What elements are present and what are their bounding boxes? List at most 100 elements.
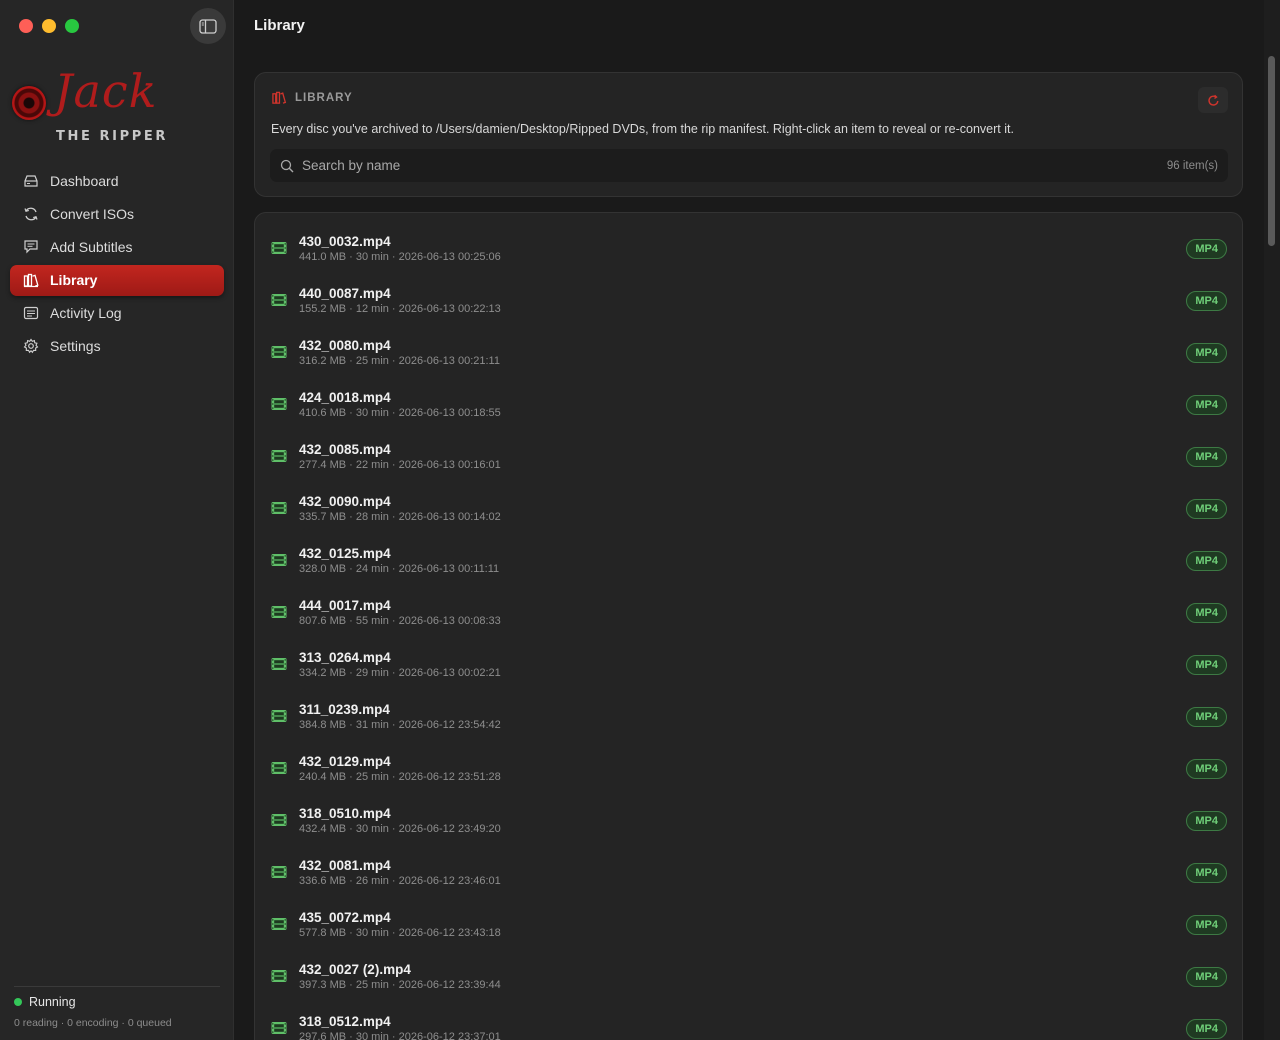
sidebar-item-activity-log[interactable]: Activity Log (10, 298, 224, 329)
list-item[interactable]: 318_0510.mp4 432.4 MB · 30 min · 2026-06-… (255, 795, 1242, 847)
video-file-icon (271, 553, 289, 569)
sidebar-item-settings[interactable]: Settings (10, 331, 224, 362)
list-item[interactable]: 313_0264.mp4 334.2 MB · 29 min · 2026-06-… (255, 639, 1242, 691)
sidebar-item-convert-isos[interactable]: Convert ISOs (10, 198, 224, 229)
sidebar-item-dashboard[interactable]: Dashboard (10, 165, 224, 196)
list-item-text: 311_0239.mp4 384.8 MB · 31 min · 2026-06-… (299, 702, 501, 732)
list-item-text: 424_0018.mp4 410.6 MB · 30 min · 2026-06-… (299, 390, 501, 420)
status-indicator (14, 998, 22, 1006)
brand-name: Jack (54, 64, 158, 118)
list-item-text: 432_0125.mp4 328.0 MB · 24 min · 2026-06-… (299, 546, 499, 576)
sidebar-item-library[interactable]: Library (10, 264, 224, 296)
list-item[interactable]: 432_0129.mp4 240.4 MB · 25 min · 2026-06-… (255, 743, 1242, 795)
list-item[interactable]: 311_0239.mp4 384.8 MB · 31 min · 2026-06-… (255, 691, 1242, 743)
list-item[interactable]: 430_0032.mp4 441.0 MB · 30 min · 2026-06-… (255, 223, 1242, 275)
gear-icon (22, 337, 40, 355)
file-meta: 297.6 MB · 30 min · 2026-06-12 23:37:01 (299, 1031, 501, 1040)
format-badge: MP4 (1186, 551, 1227, 571)
video-file-icon (271, 761, 289, 777)
file-name: 424_0018.mp4 (299, 390, 391, 405)
file-name: 432_0080.mp4 (299, 338, 391, 353)
file-meta: 335.7 MB · 28 min · 2026-06-13 00:14:02 (299, 511, 501, 523)
file-name: 432_0125.mp4 (299, 546, 391, 561)
convert-icon (22, 205, 40, 223)
list-item-text: 444_0017.mp4 807.6 MB · 55 min · 2026-06-… (299, 598, 501, 628)
tray-icon (22, 172, 40, 190)
video-file-icon (271, 397, 289, 413)
file-name: 311_0239.mp4 (299, 702, 390, 717)
file-meta: 432.4 MB · 30 min · 2026-06-12 23:49:20 (299, 823, 501, 835)
list-item[interactable]: 440_0087.mp4 155.2 MB · 12 min · 2026-06-… (255, 275, 1242, 327)
video-file-icon (271, 293, 289, 309)
format-badge: MP4 (1186, 655, 1227, 675)
window-controls (19, 19, 79, 33)
list-item-text: 432_0081.mp4 336.6 MB · 26 min · 2026-06-… (299, 858, 501, 888)
format-badge: MP4 (1186, 603, 1227, 623)
library-list-card: 430_0032.mp4 441.0 MB · 30 min · 2026-06-… (254, 212, 1243, 1040)
file-name: 313_0264.mp4 (299, 650, 391, 665)
format-badge: MP4 (1186, 395, 1227, 415)
scrollbar-thumb[interactable] (1268, 56, 1275, 246)
video-file-icon (271, 241, 289, 257)
search-bar: 96 item(s) (270, 149, 1228, 182)
format-badge: MP4 (1186, 291, 1227, 311)
brand-tagline: THE RIPPER (56, 129, 168, 144)
app-window: Jack THE RIPPER Dashboard Convert ISOs A… (0, 0, 1280, 1040)
sidebar: Jack THE RIPPER Dashboard Convert ISOs A… (0, 0, 234, 1040)
list-item[interactable]: 432_0090.mp4 335.7 MB · 28 min · 2026-06-… (255, 483, 1242, 535)
file-name: 432_0027 (2).mp4 (299, 962, 411, 977)
format-badge: MP4 (1186, 1019, 1227, 1039)
video-file-icon (271, 969, 289, 985)
sidebar-item-label: Convert ISOs (50, 205, 135, 222)
list-item-text: 435_0072.mp4 577.8 MB · 30 min · 2026-06-… (299, 910, 501, 940)
list-item[interactable]: 318_0512.mp4 297.6 MB · 30 min · 2026-06-… (255, 1003, 1242, 1040)
disc-icon (12, 86, 46, 120)
list-item-text: 318_0510.mp4 432.4 MB · 30 min · 2026-06-… (299, 806, 501, 836)
list-item[interactable]: 432_0080.mp4 316.2 MB · 25 min · 2026-06-… (255, 327, 1242, 379)
format-badge: MP4 (1186, 447, 1227, 467)
format-badge: MP4 (1186, 915, 1227, 935)
list-item[interactable]: 444_0017.mp4 807.6 MB · 55 min · 2026-06-… (255, 587, 1242, 639)
video-file-icon (271, 709, 289, 725)
refresh-button[interactable] (1198, 87, 1228, 113)
zoom-window-button[interactable] (65, 19, 79, 33)
brand-logo: Jack THE RIPPER (10, 64, 225, 148)
list-item[interactable]: 424_0018.mp4 410.6 MB · 30 min · 2026-06-… (255, 379, 1242, 431)
format-badge: MP4 (1186, 499, 1227, 519)
list-item[interactable]: 435_0072.mp4 577.8 MB · 30 min · 2026-06-… (255, 899, 1242, 951)
list-item[interactable]: 432_0081.mp4 336.6 MB · 26 min · 2026-06-… (255, 847, 1242, 899)
sidebar-item-label: Add Subtitles (50, 238, 133, 255)
file-name: 318_0512.mp4 (299, 1014, 391, 1029)
file-name: 435_0072.mp4 (299, 910, 391, 925)
sidebar-item-label: Dashboard (50, 172, 119, 189)
sidebar-item-add-subtitles[interactable]: Add Subtitles (10, 231, 224, 262)
file-name: 318_0510.mp4 (299, 806, 391, 821)
library-description: Every disc you've archived to /Users/dam… (271, 122, 1014, 136)
status-row: Running (14, 995, 220, 1009)
sidebar-toggle-button[interactable] (190, 8, 226, 44)
file-meta: 397.3 MB · 25 min · 2026-06-12 23:39:44 (299, 979, 501, 991)
file-name: 432_0090.mp4 (299, 494, 391, 509)
search-input[interactable] (302, 158, 1167, 173)
file-meta: 384.8 MB · 31 min · 2026-06-12 23:54:42 (299, 719, 501, 731)
close-window-button[interactable] (19, 19, 33, 33)
file-name: 444_0017.mp4 (299, 598, 391, 613)
format-badge: MP4 (1186, 967, 1227, 987)
library-icon (22, 271, 40, 289)
format-badge: MP4 (1186, 707, 1227, 727)
format-badge: MP4 (1186, 759, 1227, 779)
scroll-track[interactable] (1264, 0, 1280, 1040)
video-file-icon (271, 917, 289, 933)
list-item-text: 318_0512.mp4 297.6 MB · 30 min · 2026-06-… (299, 1014, 501, 1040)
log-icon (22, 304, 40, 322)
list-item[interactable]: 432_0125.mp4 328.0 MB · 24 min · 2026-06-… (255, 535, 1242, 587)
library-list: 430_0032.mp4 441.0 MB · 30 min · 2026-06-… (255, 223, 1242, 1040)
list-item[interactable]: 432_0027 (2).mp4 397.3 MB · 25 min · 2026… (255, 951, 1242, 1003)
video-file-icon (271, 501, 289, 517)
file-meta: 316.2 MB · 25 min · 2026-06-13 00:21:11 (299, 355, 500, 367)
list-item[interactable]: 432_0085.mp4 277.4 MB · 22 min · 2026-06-… (255, 431, 1242, 483)
sidebar-icon (199, 18, 217, 34)
file-meta: 240.4 MB · 25 min · 2026-06-12 23:51:28 (299, 771, 501, 783)
minimize-window-button[interactable] (42, 19, 56, 33)
sidebar-item-label: Activity Log (50, 305, 122, 322)
